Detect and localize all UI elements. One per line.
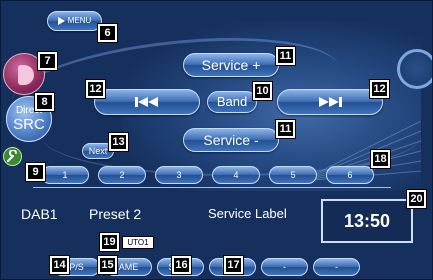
decorative-ring [397,49,432,89]
service-minus-button[interactable]: Service - [183,128,279,152]
callout-19: 19 [99,232,120,252]
callout-11: 11 [275,46,296,66]
callout-13: 13 [108,132,129,152]
wrench-icon [7,150,17,162]
preset-button-1[interactable]: 1 [41,166,89,184]
preset-button-5[interactable]: 5 [269,166,317,184]
preset-button-4[interactable]: 4 [212,166,260,184]
function-button-6[interactable]: - [313,258,360,276]
service-label-display: Service Label [208,206,287,221]
callout-20: 20 [406,189,427,209]
callout-17: 17 [223,255,244,275]
service-plus-button[interactable]: Service + [183,53,279,77]
preset-button-3[interactable]: 3 [155,166,203,184]
callout-9: 9 [25,162,46,182]
callout-18: 18 [370,149,391,169]
callout-10: 10 [252,81,273,101]
next-button[interactable] [277,89,383,115]
skip-forward-icon [319,97,342,108]
preset-divider [33,187,391,188]
function-button-5[interactable]: - [261,258,308,276]
preset-display: Preset 2 [89,206,142,222]
callout-11: 11 [275,119,296,139]
callout-12: 12 [369,79,390,99]
callout-6: 6 [97,23,118,43]
band-button[interactable]: Band [207,91,257,113]
callout-14: 14 [49,255,70,275]
settings-button[interactable] [3,147,22,166]
skip-back-icon [135,97,158,108]
power-icon [18,65,34,85]
callout-7: 7 [37,51,58,71]
menu-label: MENU [67,16,92,25]
play-triangle-icon [57,16,65,25]
callout-8: 8 [34,92,55,112]
preset-button-2[interactable]: 2 [98,166,146,184]
callout-12: 12 [85,79,106,99]
preset-button-6[interactable]: 6 [326,166,374,184]
auto-indicator: UTO1 [122,236,154,249]
menu-button[interactable]: MENU [47,11,102,31]
callout-16: 16 [171,255,192,275]
previous-button[interactable] [94,89,200,115]
direct-src-line2: SRC [13,116,45,133]
clock-display[interactable]: 13:50 [321,199,413,243]
band-display: DAB1 [21,206,58,222]
callout-15: 15 [97,255,118,275]
dab-tuner-screen: MENU Direct SRC Service + Band Service -… [0,0,433,280]
